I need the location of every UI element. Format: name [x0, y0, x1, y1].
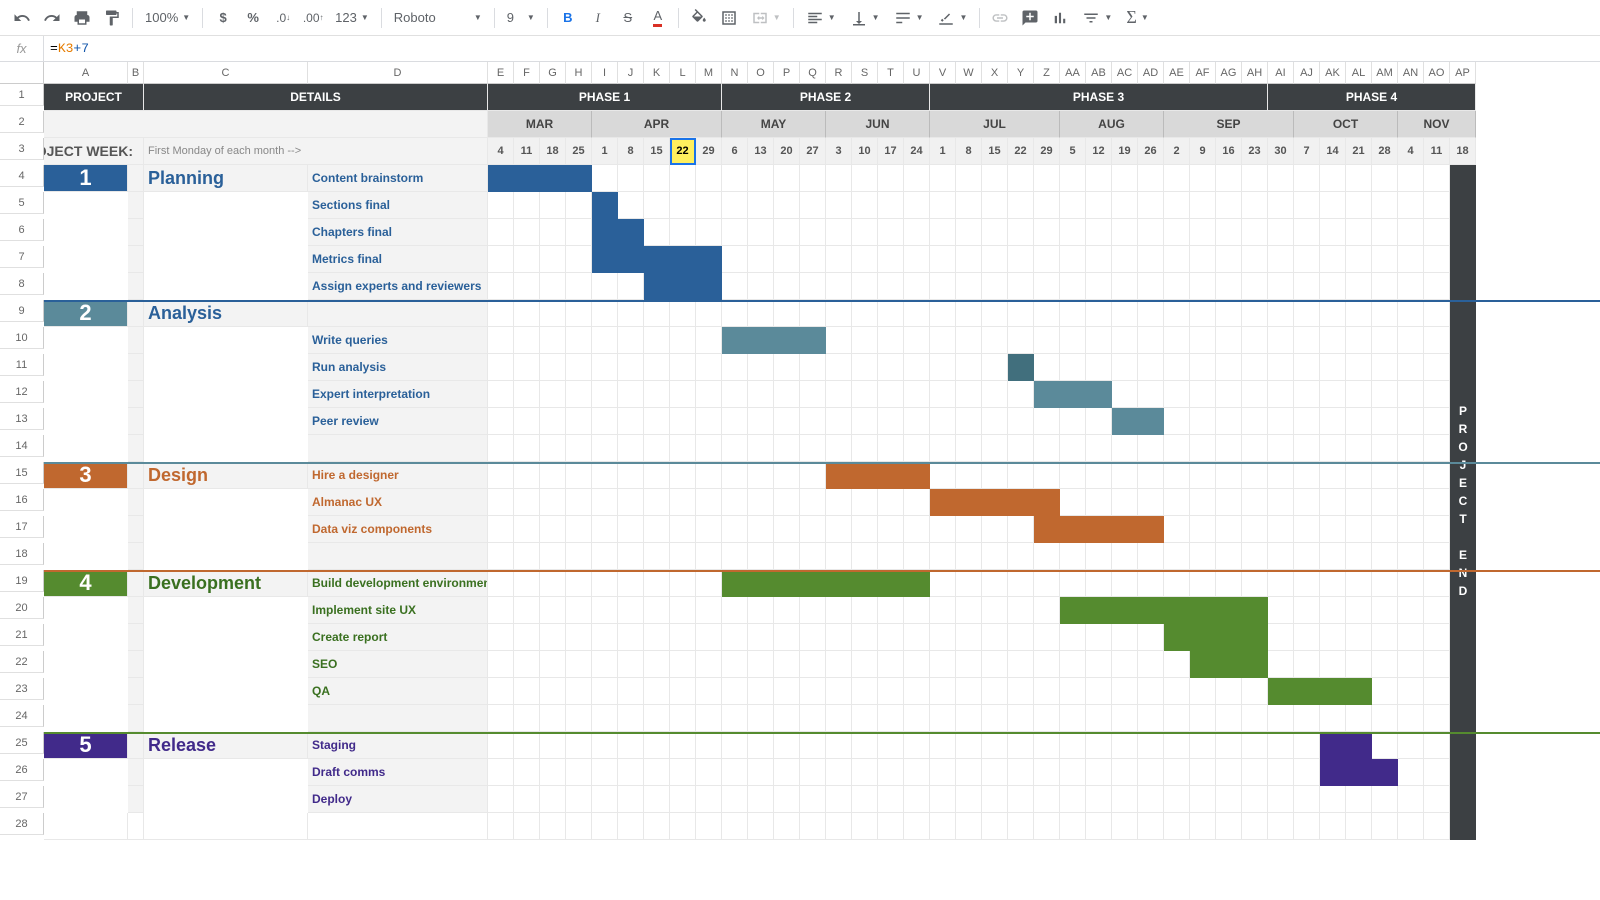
week-cell[interactable]: 29 — [696, 138, 722, 165]
week-cell[interactable]: 16 — [1216, 138, 1242, 165]
print-button[interactable] — [68, 4, 96, 32]
week-cell[interactable]: 12 — [1086, 138, 1112, 165]
week-cell[interactable]: 4 — [1398, 138, 1424, 165]
wrap-button[interactable]: ▼ — [888, 6, 930, 30]
week-cell[interactable]: 9 — [1190, 138, 1216, 165]
week-cell[interactable]: 15 — [982, 138, 1008, 165]
link-button[interactable] — [986, 4, 1014, 32]
week-cell[interactable]: 4 — [488, 138, 514, 165]
week-cell[interactable]: 8 — [956, 138, 982, 165]
font-size-select[interactable]: 9▼ — [501, 6, 541, 30]
merge-button[interactable]: ▼ — [745, 6, 787, 30]
week-cell[interactable]: 24 — [904, 138, 930, 165]
format-more[interactable]: 123▼ — [329, 6, 375, 30]
week-cell[interactable]: 18 — [540, 138, 566, 165]
week-cell[interactable]: 7 — [1294, 138, 1320, 165]
format-percent[interactable]: % — [239, 4, 267, 32]
week-cell[interactable]: 1 — [592, 138, 618, 165]
week-cell[interactable]: 25 — [566, 138, 592, 165]
format-currency[interactable]: $ — [209, 4, 237, 32]
spreadsheet-grid[interactable]: ABCDEFGHIJKLMNOPQRSTUVWXYZAAABACADAEAFAG… — [0, 62, 1600, 840]
paint-format-button[interactable] — [98, 4, 126, 32]
chart-button[interactable] — [1046, 4, 1074, 32]
week-cell[interactable]: 10 — [852, 138, 878, 165]
week-cell[interactable]: 3 — [826, 138, 852, 165]
week-cell[interactable]: 29 — [1034, 138, 1060, 165]
borders-button[interactable] — [715, 4, 743, 32]
week-cell[interactable]: 11 — [514, 138, 540, 165]
functions-button[interactable]: Σ▼ — [1120, 6, 1154, 30]
week-cell[interactable]: 14 — [1320, 138, 1346, 165]
week-cell[interactable]: 18 — [1450, 138, 1476, 165]
undo-button[interactable] — [8, 4, 36, 32]
week-cell[interactable]: 22 — [670, 138, 696, 165]
week-cell[interactable]: 21 — [1346, 138, 1372, 165]
font-select[interactable]: Roboto▼ — [388, 6, 488, 30]
week-cell[interactable]: 17 — [878, 138, 904, 165]
week-cell[interactable]: 20 — [774, 138, 800, 165]
toolbar: 100%▼ $ % .0↓ .00↑ 123▼ Roboto▼ 9▼ B I S… — [0, 0, 1600, 36]
week-cell[interactable]: 5 — [1060, 138, 1086, 165]
week-cell[interactable]: 23 — [1242, 138, 1268, 165]
week-cell[interactable]: 13 — [748, 138, 774, 165]
halign-button[interactable]: ▼ — [800, 6, 842, 30]
decrease-decimal[interactable]: .0↓ — [269, 4, 297, 32]
week-cell[interactable]: 6 — [722, 138, 748, 165]
week-cell[interactable]: 2 — [1164, 138, 1190, 165]
week-cell[interactable]: 15 — [644, 138, 670, 165]
fx-icon: fx — [0, 36, 44, 61]
project-end-bar: PROJECT END — [1450, 165, 1476, 840]
week-cell[interactable]: 30 — [1268, 138, 1294, 165]
formula-input[interactable]: =K3+7 — [44, 41, 1600, 56]
week-cell[interactable]: 8 — [618, 138, 644, 165]
strike-button[interactable]: S — [614, 4, 642, 32]
comment-button[interactable] — [1016, 4, 1044, 32]
week-cell[interactable]: 19 — [1112, 138, 1138, 165]
week-cell[interactable]: 28 — [1372, 138, 1398, 165]
week-cell[interactable]: 22 — [1008, 138, 1034, 165]
valign-button[interactable]: ▼ — [844, 6, 886, 30]
italic-button[interactable]: I — [584, 4, 612, 32]
rotate-button[interactable]: ▼ — [931, 6, 973, 30]
week-cell[interactable]: 1 — [930, 138, 956, 165]
text-color-button[interactable]: A — [644, 4, 672, 32]
week-cell[interactable]: 26 — [1138, 138, 1164, 165]
week-cell[interactable]: 11 — [1424, 138, 1450, 165]
week-cell[interactable]: 27 — [800, 138, 826, 165]
fill-color-button[interactable] — [685, 4, 713, 32]
filter-button[interactable]: ▼ — [1076, 6, 1118, 30]
zoom-select[interactable]: 100%▼ — [139, 6, 196, 30]
formula-bar: fx =K3+7 — [0, 36, 1600, 62]
increase-decimal[interactable]: .00↑ — [299, 4, 327, 32]
redo-button[interactable] — [38, 4, 66, 32]
bold-button[interactable]: B — [554, 4, 582, 32]
